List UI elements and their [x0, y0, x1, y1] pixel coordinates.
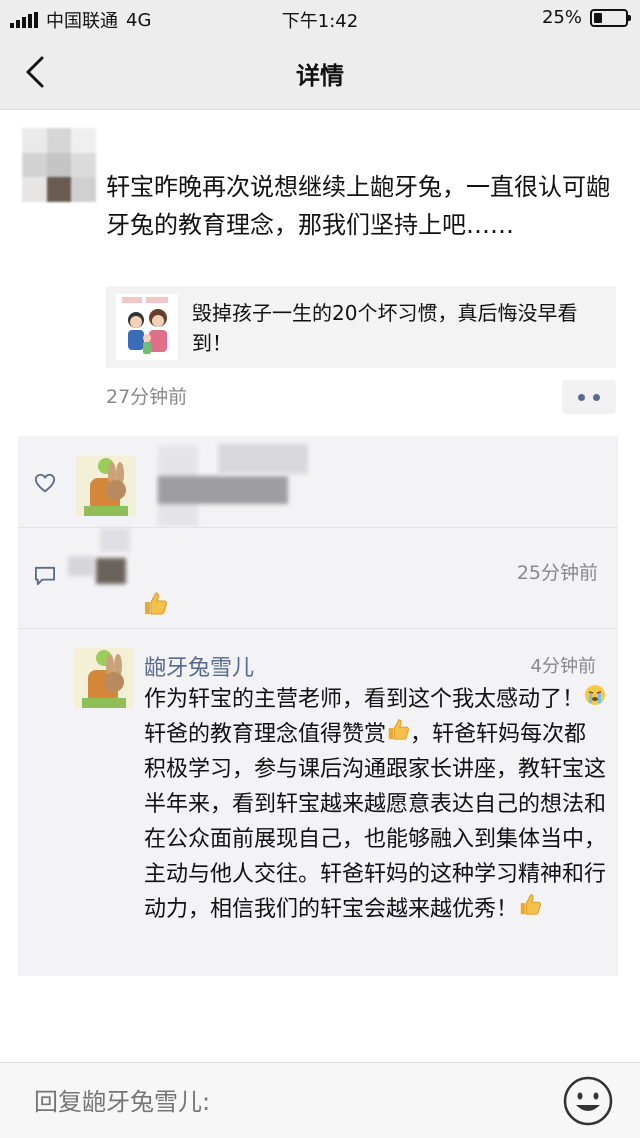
heart-icon — [34, 473, 56, 493]
more-actions-button[interactable] — [562, 380, 616, 414]
liker-avatar[interactable] — [76, 456, 136, 516]
status-right: 25% — [541, 7, 631, 28]
battery-icon — [590, 8, 631, 27]
reply-input[interactable] — [34, 1085, 534, 1119]
more-dots-icon — [578, 393, 585, 401]
post-text: 轩宝昨晚再次说想继续上龅牙兔，一直很认可龅牙兔的教育理念，那我们坚持上吧…… — [106, 173, 610, 239]
battery-fill — [594, 12, 602, 23]
reply-avatar[interactable] — [74, 648, 134, 708]
post-timestamp: 27分钟前 — [106, 386, 188, 408]
comment-content — [142, 590, 168, 620]
interactions-panel: 25分钟前 龅牙兔雪儿 4分钟前 作为轩宝的主营老师，看到这个我太感动了！ 轩爸的… — [18, 436, 618, 976]
reply-text-part2: 轩爸的教育理念值得赞赏 — [144, 722, 387, 747]
thumbs-up-icon — [520, 894, 541, 915]
comment-icon — [35, 566, 55, 586]
emoji-button[interactable] — [562, 1075, 614, 1127]
reply-timestamp: 4分钟前 — [530, 656, 596, 677]
smiley-face-icon — [563, 1076, 613, 1126]
crying-emoji-icon — [585, 685, 606, 705]
article-title: 毁掉孩子一生的20个坏习惯，真后悔没早看到！ — [192, 301, 578, 355]
page-title: 详情 — [296, 62, 344, 90]
comment-item[interactable]: 25分钟前 — [18, 528, 618, 628]
article-thumbnail — [116, 294, 178, 360]
nav-bar: 详情 — [0, 36, 640, 110]
shared-article-card[interactable]: 毁掉孩子一生的20个坏习惯，真后悔没早看到！ — [106, 286, 616, 368]
reply-text-part1: 作为轩宝的主营老师，看到这个我太感动了！ — [144, 687, 585, 712]
battery-percent: 25% — [541, 7, 582, 28]
divider — [18, 628, 618, 629]
thumbs-up-icon — [388, 719, 409, 740]
likes-row — [18, 436, 618, 528]
reply-author-name[interactable]: 龅牙兔雪儿 — [144, 650, 254, 682]
blurred-commenter — [68, 556, 94, 576]
thumbs-up-icon — [145, 592, 167, 615]
status-bar: 中国联通 4G 下午1:42 25% — [0, 0, 640, 36]
reply-bar — [0, 1062, 640, 1138]
reply-text: 作为轩宝的主营老师，看到这个我太感动了！轩爸的教育理念值得赞赏 ，轩爸轩妈每次都积… — [144, 682, 606, 927]
author-avatar[interactable] — [22, 128, 96, 202]
comment-timestamp: 25分钟前 — [516, 562, 598, 584]
